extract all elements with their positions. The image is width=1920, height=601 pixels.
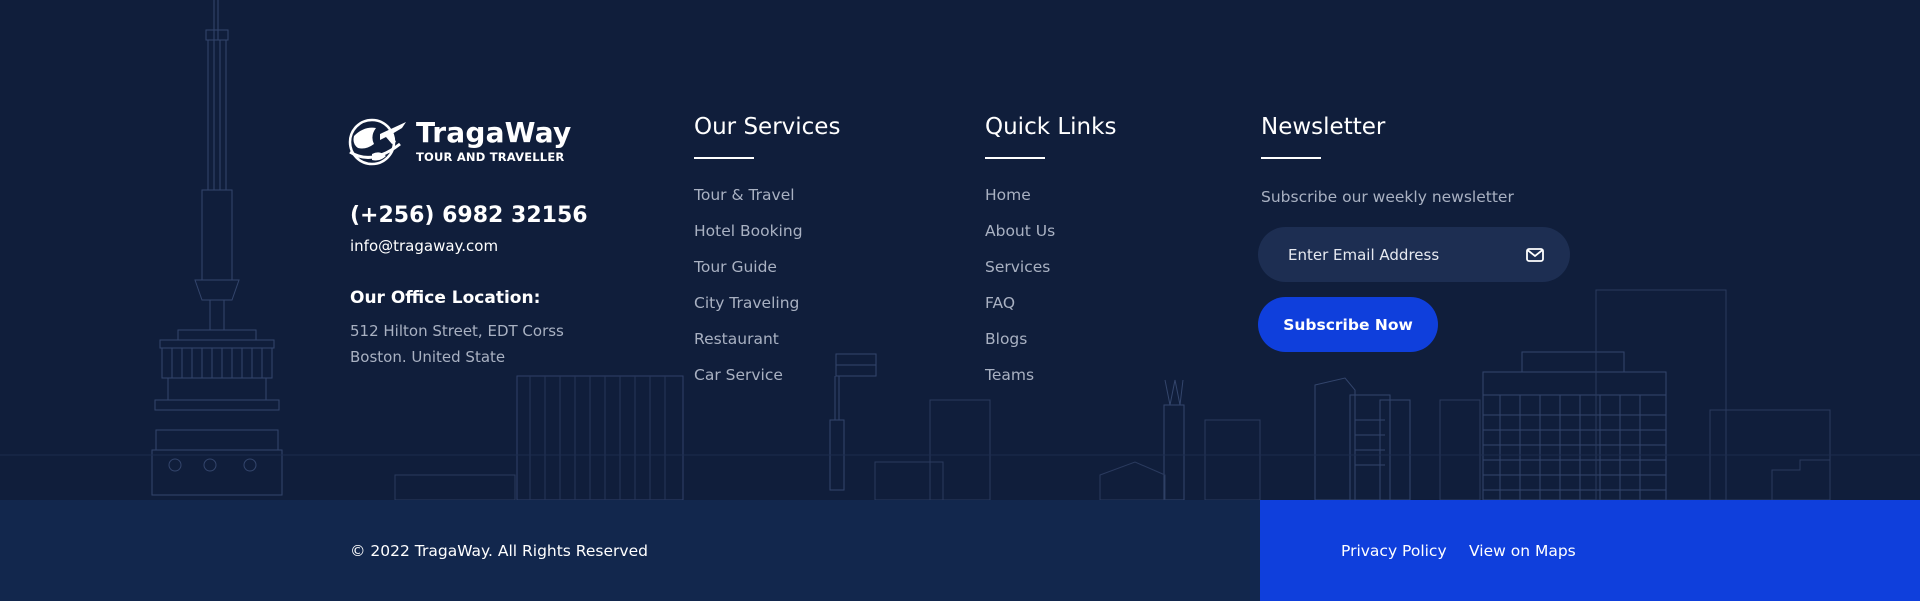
address-line-1: 512 Hilton Street, EDT Corss [350,322,564,340]
newsletter-title: Newsletter [1261,114,1386,140]
footer-main [0,0,1920,500]
quick-link-services[interactable]: Services [985,258,1050,276]
services-title: Our Services [694,114,841,140]
mail-icon[interactable] [1526,247,1544,262]
contact-email[interactable]: info@tragaway.com [350,237,498,255]
globe-plane-icon [348,118,406,166]
services-link-restaurant[interactable]: Restaurant [694,330,779,348]
services-link-tour-guide[interactable]: Tour Guide [694,258,777,276]
address-line-2: Boston. United State [350,348,506,366]
services-link-hotel-booking[interactable]: Hotel Booking [694,222,803,240]
privacy-policy-link[interactable]: Privacy Policy [1341,542,1447,560]
newsletter-subtitle: Subscribe our weekly newsletter [1261,188,1514,206]
view-on-maps-link[interactable]: View on Maps [1469,542,1576,560]
newsletter-title-underline [1261,157,1321,159]
phone-number[interactable]: (+256) 6982 32156 [350,203,588,228]
copyright-text: © 2022 TragaWay. All Rights Reserved [350,542,648,560]
quick-links-title: Quick Links [985,114,1117,140]
quick-link-home[interactable]: Home [985,186,1031,204]
quick-link-blogs[interactable]: Blogs [985,330,1027,348]
services-link-car-service[interactable]: Car Service [694,366,783,384]
quick-links-title-underline [985,157,1045,159]
newsletter-email-field[interactable] [1258,227,1570,282]
quick-link-teams[interactable]: Teams [985,366,1034,384]
brand-logo[interactable]: TragaWay TOUR AND TRAVELLER [346,114,571,168]
subscribe-button[interactable]: Subscribe Now [1258,297,1438,352]
brand-name: TragaWay [416,116,572,149]
quick-link-about-us[interactable]: About Us [985,222,1055,240]
city-skyline-illustration [0,0,1920,500]
quick-link-faq[interactable]: FAQ [985,294,1015,312]
services-title-underline [694,157,754,159]
newsletter-email-input[interactable] [1288,245,1526,264]
services-link-tour-travel[interactable]: Tour & Travel [694,186,795,204]
brand-tagline: TOUR AND TRAVELLER [416,150,565,164]
services-link-city-traveling[interactable]: City Traveling [694,294,799,312]
office-location-title: Our Office Location: [350,288,541,308]
